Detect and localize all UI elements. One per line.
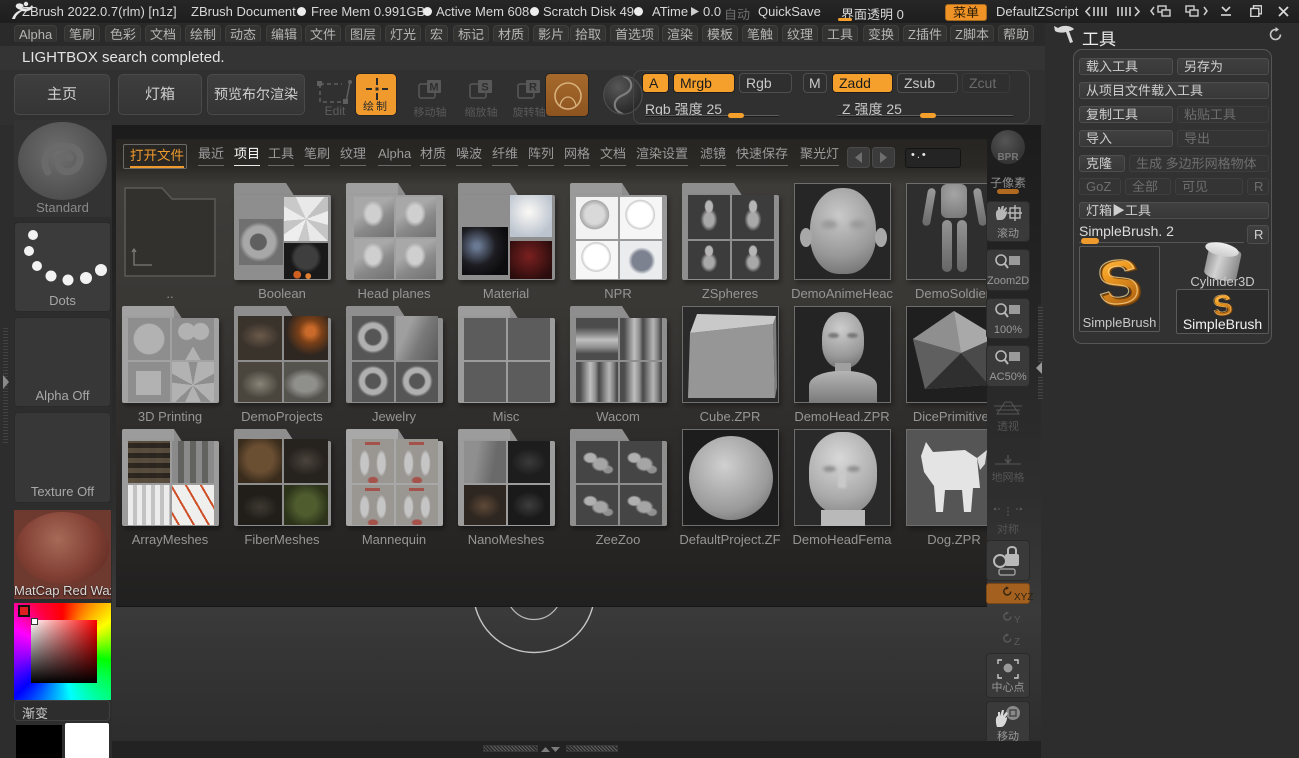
svg-text:S: S [481, 82, 488, 94]
svg-text:M: M [429, 82, 438, 94]
svg-text:R: R [529, 82, 537, 94]
svg-text:S: S [1093, 249, 1142, 315]
